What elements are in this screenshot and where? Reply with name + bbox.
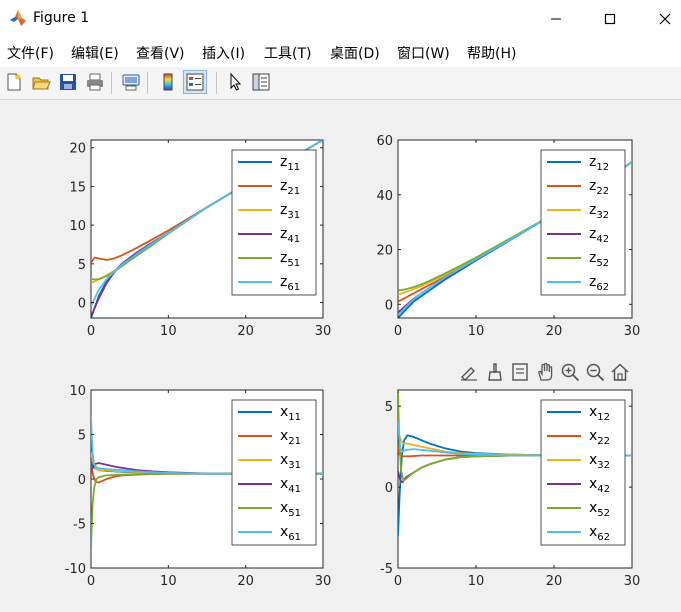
x-tick-label: 10: [468, 324, 485, 339]
x-tick-label: 30: [624, 324, 641, 339]
legend[interactable]: x11x21x31x41x51x61: [231, 399, 317, 546]
menu-edit[interactable]: 编辑(E): [71, 43, 119, 63]
save-icon: [60, 74, 76, 90]
axes-3[interactable]: 0 10 20 30 -10 -5 0 5 10 x11x21x31x41x51x61: [65, 384, 332, 589]
figure-canvas: 0 10 20 30 0 5 10 15 20 z11z21z31z41z51z61 0 10 20 30…: [65, 134, 641, 589]
y-tick-label: 10: [69, 219, 86, 234]
home-icon[interactable]: [610, 362, 630, 382]
print-preview-icon: [122, 74, 140, 91]
toolbar-separator: [216, 72, 217, 94]
x-tick-label: 20: [237, 324, 254, 339]
matlab-logo-icon: [10, 10, 26, 26]
print-icon: [87, 73, 103, 91]
y-tick-label: 10: [69, 384, 86, 399]
data-tip-icon[interactable]: [510, 362, 530, 382]
y-tick-label: 0: [385, 298, 393, 313]
y-tick-label: -10: [65, 562, 86, 577]
menu-view[interactable]: 查看(V): [136, 43, 185, 63]
y-tick-label: 0: [385, 481, 393, 496]
window-title: Figure 1: [33, 10, 90, 26]
y-tick-label: 20: [69, 142, 86, 157]
x-tick-label: 0: [394, 574, 402, 589]
x-tick-label: 30: [624, 574, 641, 589]
menu-insert[interactable]: 插入(I): [202, 43, 245, 63]
maximize-icon: [604, 13, 616, 24]
minimize-icon: [551, 18, 561, 19]
axes-1[interactable]: 0 10 20 30 0 5 10 15 20 z11z21z31z41z51z61: [69, 139, 332, 339]
y-tick-label: 5: [78, 429, 86, 444]
toolbar-separator: [147, 72, 148, 94]
y-tick-label: 20: [376, 244, 393, 259]
legend[interactable]: z11z21z31z41z51z61: [231, 149, 317, 296]
menu-window[interactable]: 窗口(W): [397, 43, 450, 63]
property-editor-button[interactable]: [249, 70, 273, 94]
x-tick-label: 10: [468, 574, 485, 589]
y-tick-label: 5: [78, 258, 86, 273]
insert-legend-button[interactable]: [183, 70, 207, 94]
zoom-in-icon[interactable]: [560, 362, 580, 382]
x-tick-label: 30: [315, 324, 332, 339]
y-tick-label: 15: [69, 180, 86, 195]
edit-plot-button[interactable]: [223, 70, 247, 94]
brush-edit-icon[interactable]: [459, 362, 479, 382]
legend-box: [231, 399, 317, 546]
axes-2[interactable]: 0 10 20 30 0 20 40 60 z12z22z32z42z52z62: [376, 134, 640, 339]
zoom-out-icon[interactable]: [585, 362, 605, 382]
new-figure-icon: [7, 73, 21, 91]
close-button[interactable]: [640, 0, 681, 37]
axes-4[interactable]: 0 10 20 30-505 x12x22x32x42x52x62: [380, 389, 641, 589]
x-tick-label: 20: [546, 574, 563, 589]
x-tick-label: 30: [315, 574, 332, 589]
y-tick-label: 40: [376, 189, 393, 204]
legend-box: [231, 149, 317, 296]
menu-tools[interactable]: 工具(T): [264, 43, 311, 63]
legend[interactable]: z12z22z32z42z52z62: [540, 149, 626, 296]
colorbar-icon: [163, 73, 173, 91]
close-icon: [659, 13, 671, 24]
menu-bar: 文件(F) 编辑(E) 查看(V) 插入(I) 工具(T) 桌面(D) 窗口(W…: [0, 37, 681, 67]
minimize-button[interactable]: [531, 0, 581, 37]
legend-box: [540, 399, 626, 546]
data-brush-icon[interactable]: [485, 362, 505, 382]
x-tick-label: 0: [87, 574, 95, 589]
open-file-icon: [32, 77, 51, 90]
legend[interactable]: x12x22x32x42x52x62: [540, 399, 626, 546]
menu-desktop[interactable]: 桌面(D): [330, 43, 380, 63]
y-tick-label: -5: [73, 518, 86, 533]
title-bar: Figure 1: [0, 0, 681, 37]
y-tick-label: 60: [376, 134, 393, 149]
x-tick-label: 20: [546, 324, 563, 339]
x-tick-label: 10: [160, 324, 177, 339]
save-button[interactable]: [56, 70, 80, 94]
y-tick-label: -5: [380, 562, 393, 577]
new-figure-button[interactable]: [2, 70, 26, 94]
legend-box: [540, 149, 626, 296]
x-tick-label: 10: [160, 574, 177, 589]
pan-hand-icon[interactable]: [535, 362, 555, 382]
menu-file[interactable]: 文件(F): [7, 43, 54, 63]
legend-icon: [186, 73, 204, 91]
y-tick-label: 0: [78, 297, 86, 312]
print-button[interactable]: [83, 70, 107, 94]
y-tick-label: 5: [385, 400, 393, 415]
pointer-icon: [230, 72, 242, 91]
figure-toolbar: [0, 67, 681, 100]
x-tick-label: 20: [237, 574, 254, 589]
x-tick-label: 0: [87, 324, 95, 339]
menu-help[interactable]: 帮助(H): [467, 43, 516, 63]
open-file-button[interactable]: [29, 70, 53, 94]
print-preview-button[interactable]: [119, 70, 143, 94]
property-editor-icon: [252, 73, 270, 91]
insert-colorbar-button[interactable]: [156, 70, 180, 94]
toolbar-separator: [111, 72, 112, 94]
x-tick-label: 0: [394, 324, 402, 339]
maximize-button[interactable]: [585, 0, 635, 37]
y-tick-label: 0: [78, 473, 86, 488]
